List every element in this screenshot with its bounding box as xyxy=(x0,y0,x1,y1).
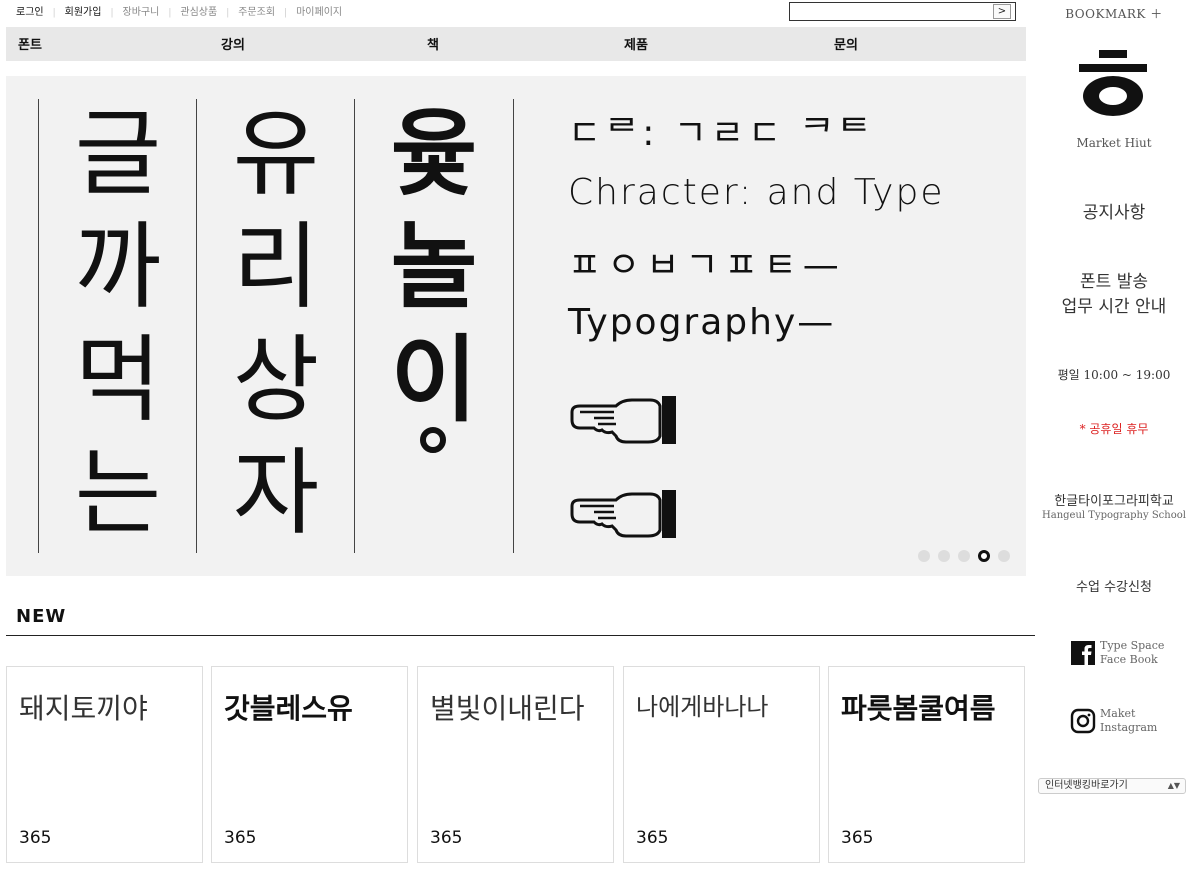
product-name: 나에게바나나 xyxy=(636,693,769,721)
nav-item-fonts[interactable]: 폰트 xyxy=(18,34,42,53)
divider xyxy=(513,99,514,553)
product-name: 별빛이내린다 xyxy=(430,692,585,725)
section-title-new: NEW xyxy=(16,606,67,627)
slider-dot[interactable] xyxy=(958,550,970,562)
hero-glyph: 상 xyxy=(232,326,320,435)
product-card[interactable]: 갓블레스유 365 xyxy=(211,666,408,863)
product-card[interactable]: 나에게바나나 365 xyxy=(623,666,820,863)
main-nav: 폰트 강의 책 제품 문의 xyxy=(6,27,1026,61)
hero-glyph: 유 xyxy=(232,100,320,209)
search-box: > xyxy=(789,2,1016,24)
market-hiut-logo[interactable] xyxy=(1075,48,1151,120)
select-arrow-icon: ▲▼ xyxy=(1167,781,1180,790)
right-sidebar: BOOKMARK ＋ Market Hiut 공지사항 폰트 발송 업무 시간 … xyxy=(1036,0,1192,870)
facebook-label: Type Space Face Book xyxy=(1100,639,1164,667)
hero-text-line: Typography— xyxy=(568,302,836,343)
shipping-subtitle: 업무 시간 안내 xyxy=(1061,297,1167,317)
instagram-label: Maket Instagram xyxy=(1100,707,1157,735)
pointing-hand-icon xyxy=(570,490,676,538)
product-number: 365 xyxy=(841,828,874,848)
facebook-label-line: Type Space xyxy=(1100,639,1165,652)
product-card[interactable]: 파릇봄쿨여름 365 xyxy=(828,666,1025,863)
wishlist-link[interactable]: 관심상품 xyxy=(180,7,217,18)
bookmark-link[interactable]: BOOKMARK ＋ xyxy=(1036,5,1192,22)
instagram-label-line: Maket xyxy=(1100,707,1136,720)
product-number: 365 xyxy=(224,828,257,848)
hero-glyph: 이 xyxy=(390,326,478,435)
hero-column-3: 윷 놀 이 xyxy=(358,98,510,550)
business-hours: 평일 10:00 ~ 19:00 xyxy=(1057,368,1171,382)
product-number: 365 xyxy=(430,828,463,848)
hero-text-line: Chracter: and Type xyxy=(568,172,945,213)
product-name: 갓블레스유 xyxy=(224,692,353,725)
instagram-link[interactable]: Maket Instagram xyxy=(1070,706,1190,738)
product-number: 365 xyxy=(636,828,669,848)
product-name: 돼지토끼야 xyxy=(19,692,148,725)
separator: | xyxy=(226,8,230,18)
enroll-link[interactable]: 수업 수강신청 xyxy=(1036,576,1192,595)
nav-item-inquiry[interactable]: 문의 xyxy=(834,34,858,53)
hero-glyph: 윷 xyxy=(390,100,478,209)
hero-glyph: 글 xyxy=(74,100,162,209)
nav-item-books[interactable]: 책 xyxy=(427,34,439,53)
section-divider xyxy=(6,635,1035,636)
slider-dot[interactable] xyxy=(938,550,950,562)
divider xyxy=(354,99,355,553)
slider-dot[interactable] xyxy=(998,550,1010,562)
hero-banner[interactable]: 글 까 먹 는 유 리 상 자 윷 놀 이 ㄷᄅ: ㄱㄹㄷ ᄏᄐ Chracte… xyxy=(6,76,1026,576)
logo-text: Market Hiut xyxy=(1076,136,1152,150)
school-link[interactable]: 한글타이포그라피학교 xyxy=(1036,490,1192,509)
hero-glyph: 먹 xyxy=(74,326,162,435)
facebook-link[interactable]: Type Space Face Book xyxy=(1070,638,1190,670)
hero-column-1: 글 까 먹 는 xyxy=(42,98,194,550)
separator: | xyxy=(110,8,114,18)
search-input[interactable] xyxy=(790,6,990,24)
hero-dot-mark xyxy=(358,427,510,550)
instagram-icon xyxy=(1070,708,1096,734)
pointing-hand-icon xyxy=(570,396,676,444)
notice-link[interactable]: 공지사항 xyxy=(1036,198,1192,223)
slider-dot-active[interactable] xyxy=(978,550,990,562)
facebook-label-line: Face Book xyxy=(1100,653,1158,666)
hero-glyph: 까 xyxy=(74,213,162,322)
hero-glyph: 는 xyxy=(74,439,162,548)
divider xyxy=(38,99,39,553)
separator: | xyxy=(284,8,288,18)
slider-dot[interactable] xyxy=(918,550,930,562)
separator: | xyxy=(168,8,172,18)
hero-text-line: ㅍㅇㅂㄱㅍㅌ— xyxy=(568,245,845,286)
separator: | xyxy=(52,8,56,18)
product-card[interactable]: 돼지토끼야 365 xyxy=(6,666,203,863)
hero-text-line: ㄷᄅ: ㄱㄹㄷ ᄏᄐ xyxy=(568,113,875,154)
shipping-hours-link[interactable]: 폰트 발송 업무 시간 안내 xyxy=(1036,270,1192,320)
order-lookup-link[interactable]: 주문조회 xyxy=(238,7,275,18)
slider-pagination xyxy=(918,550,1010,562)
product-name: 파릇봄쿨여름 xyxy=(841,692,996,725)
instagram-label-line: Instagram xyxy=(1100,721,1158,734)
hero-glyph: 놀 xyxy=(390,213,478,322)
internet-banking-select[interactable]: 인터넷뱅킹바로가기 ▲▼ xyxy=(1038,778,1186,794)
login-link[interactable]: 로그인 xyxy=(16,7,44,18)
shipping-title: 폰트 발송 xyxy=(1080,272,1148,292)
nav-item-lectures[interactable]: 강의 xyxy=(221,34,245,53)
search-arrow-icon[interactable]: > xyxy=(993,4,1011,19)
product-number: 365 xyxy=(19,828,52,848)
divider xyxy=(196,99,197,553)
product-card[interactable]: 별빛이내린다 365 xyxy=(417,666,614,863)
mypage-link[interactable]: 마이페이지 xyxy=(296,7,342,18)
holiday-notice: * 공휴일 휴무 xyxy=(1079,422,1149,436)
signup-link[interactable]: 회원가입 xyxy=(65,7,102,18)
cart-link[interactable]: 장바구니 xyxy=(123,7,160,18)
hero-glyph: 리 xyxy=(232,213,320,322)
nav-item-products[interactable]: 제품 xyxy=(624,34,648,53)
hero-glyph: 자 xyxy=(232,439,320,548)
facebook-icon xyxy=(1071,641,1095,666)
school-link-english[interactable]: Hangeul Typography School xyxy=(1036,510,1192,521)
hero-column-2: 유 리 상 자 xyxy=(200,98,352,550)
utility-links: 로그인 | 회원가입 | 장바구니 | 관심상품 | 주문조회 | 마이페이지 xyxy=(16,3,342,18)
utility-bar: 로그인 | 회원가입 | 장바구니 | 관심상품 | 주문조회 | 마이페이지 > xyxy=(0,0,1026,26)
select-value: 인터넷뱅킹바로가기 xyxy=(1045,780,1128,791)
